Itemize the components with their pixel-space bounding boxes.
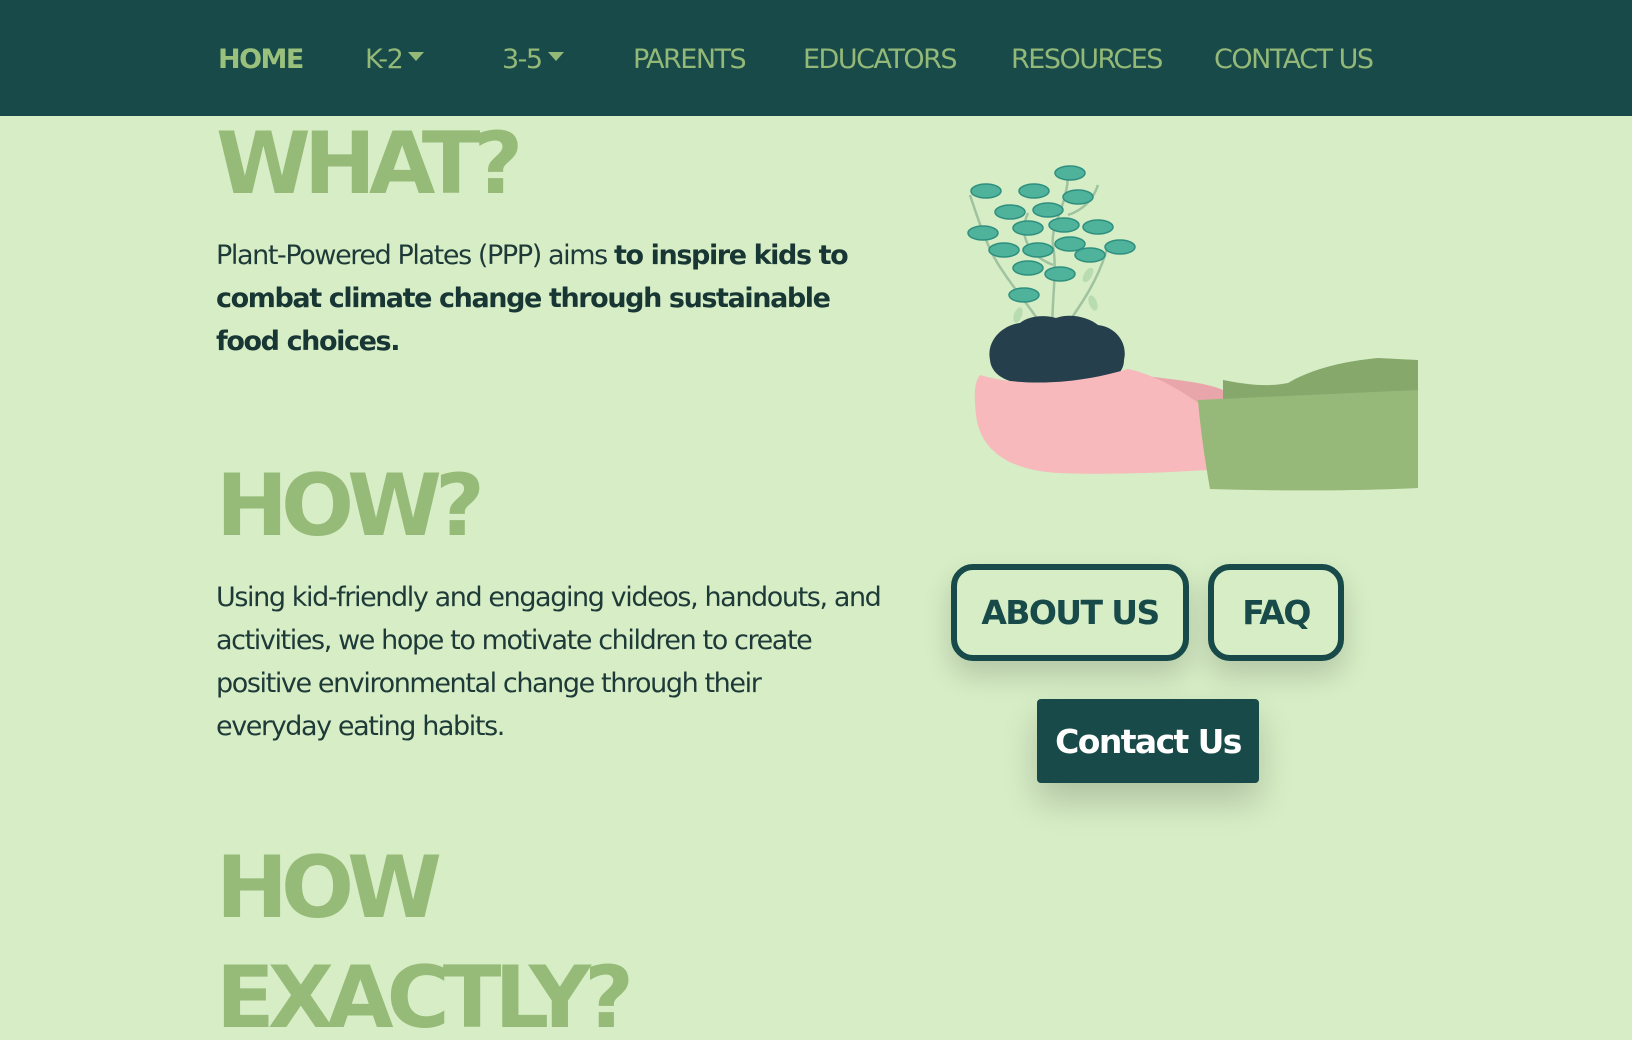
faq-button[interactable]: FAQ: [1208, 564, 1344, 661]
hand-holding-plant-icon: [967, 165, 1418, 491]
nav-parents-link[interactable]: PARENTS: [633, 43, 747, 77]
page: HOME K-2 3-5 PARENTS EDUCATORS RESOURCES…: [0, 0, 1632, 1040]
how-description: Using kid-friendly and engaging videos, …: [216, 582, 882, 742]
caret-down-icon: [408, 52, 425, 61]
nav-resources-link[interactable]: RESOURCES: [1011, 43, 1163, 77]
caret-down-icon: [547, 52, 564, 61]
how-heading: HOW?: [216, 456, 485, 556]
what-description: Plant-Powered Plates (PPP) aims to inspi…: [216, 234, 856, 363]
contact-us-button[interactable]: Contact Us: [1037, 699, 1259, 783]
nav-k2-label: K-2: [365, 44, 404, 75]
top-navbar: HOME K-2 3-5 PARENTS EDUCATORS RESOURCES…: [0, 0, 1632, 116]
nav-grades35-dropdown[interactable]: 3-5: [502, 43, 564, 77]
nav-educators-link[interactable]: EDUCATORS: [803, 43, 957, 77]
what-intro-text: Plant-Powered Plates (PPP) aims: [216, 240, 615, 271]
about-us-button[interactable]: ABOUT US: [951, 564, 1189, 661]
how-exactly-heading-line1: HOW: [216, 838, 442, 938]
how-exactly-heading-line2: EXACTLY?: [216, 948, 634, 1040]
nav-k2-dropdown[interactable]: K-2: [365, 43, 425, 77]
nav-home-link[interactable]: HOME: [218, 43, 304, 77]
nav-grades35-label: 3-5: [502, 44, 543, 75]
what-heading: WHAT?: [216, 114, 523, 214]
nav-contact-link[interactable]: CONTACT US: [1214, 43, 1374, 77]
